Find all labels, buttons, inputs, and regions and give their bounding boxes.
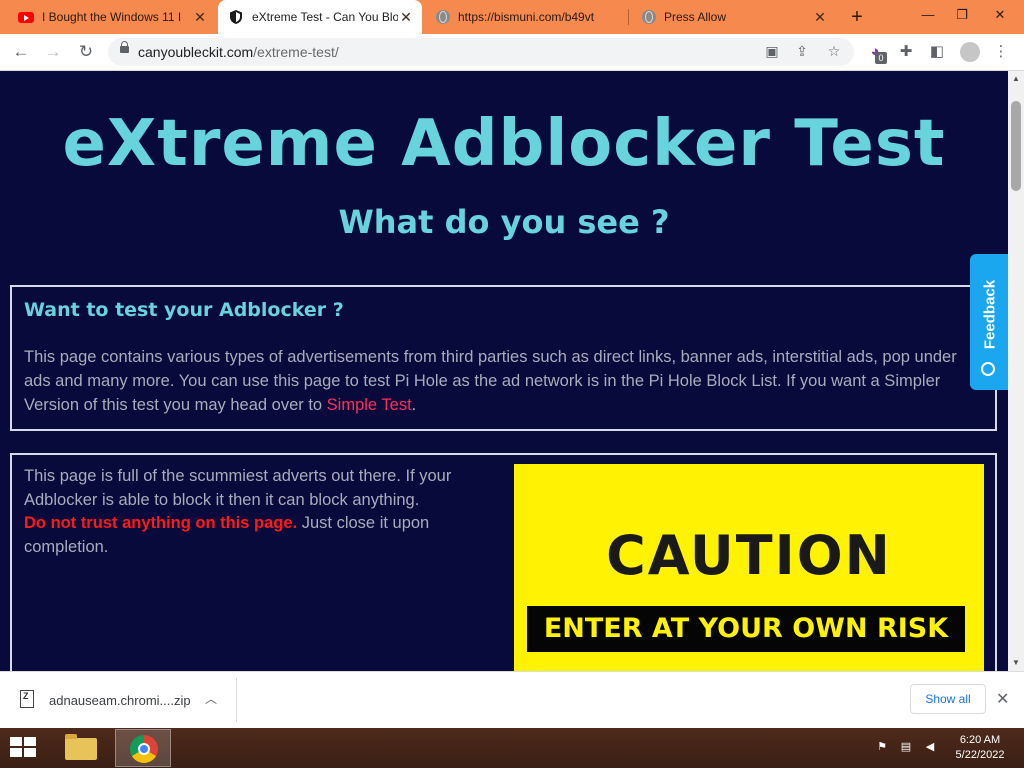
feedback-label: Feedback (981, 279, 999, 350)
tab-close-icon[interactable]: ✕ (812, 9, 828, 26)
tab-youtube-video[interactable]: I Bought the Windows 11 I ✕ (8, 0, 216, 34)
folder-icon (65, 734, 97, 760)
bookmark-star-icon[interactable]: ☆ (824, 43, 844, 61)
tab-title: eXtreme Test - Can You Blo (252, 10, 398, 24)
chevron-up-icon[interactable]: ︿ (205, 690, 217, 707)
page-subtitle: What do you see ? (338, 203, 670, 241)
page-title: eXtreme Adblocker Test (62, 107, 946, 181)
browser-toolbar: ← → ↻ canyoubleckit.com/extreme-test/ ▣ … (0, 34, 1024, 71)
windows-start-icon[interactable] (10, 737, 38, 759)
taskbar-clock[interactable]: 6:20 AM 5/22/2022 (948, 733, 1012, 763)
show-all-button[interactable]: Show all (910, 684, 986, 714)
chrome-icon (130, 735, 158, 763)
tab-bismuni[interactable]: https://bismuni.com/b49vt (426, 0, 626, 34)
scroll-up-arrow-icon[interactable]: ▲ (1008, 71, 1024, 87)
volume-muted-icon[interactable]: ◀ (922, 740, 938, 756)
menu-dots-icon[interactable]: ⋮ (990, 41, 1012, 63)
warning-text: This page is full of the scummiest adver… (24, 465, 489, 559)
reload-icon[interactable]: ↻ (74, 40, 98, 64)
restore-button[interactable]: ❐ (944, 0, 980, 30)
extensions-puzzle-icon[interactable]: ✚ (895, 41, 917, 63)
tab-title: Press Allow (664, 10, 727, 24)
zip-file-icon (20, 690, 34, 708)
caution-headline: CAUTION (606, 524, 892, 587)
tab-extreme-test[interactable]: eXtreme Test - Can You Blo ✕ (218, 0, 422, 34)
url-domain: canyoubleckit.com (138, 44, 254, 60)
network-icon[interactable]: ▤ (898, 740, 914, 756)
youtube-icon (18, 11, 34, 23)
windows-taskbar: ⚑ ▤ ◀ 6:20 AM 5/22/2022 (0, 728, 1024, 768)
feedback-tab[interactable]: Feedback (970, 254, 1008, 390)
feedback-chat-icon (981, 362, 995, 376)
profile-avatar-icon[interactable] (960, 42, 980, 62)
url-text[interactable]: canyoubleckit.com/extreme-test/ (138, 44, 339, 60)
forward-arrow-icon[interactable]: → (41, 40, 65, 64)
tab-title: https://bismuni.com/b49vt (458, 10, 595, 24)
warning-text-body: This page is full of the scummiest adver… (24, 467, 452, 509)
clock-date: 5/22/2022 (955, 749, 1005, 761)
chrome-taskbar-button[interactable] (115, 729, 171, 767)
back-arrow-icon[interactable]: ← (9, 40, 33, 64)
close-window-button[interactable]: ✕ (982, 0, 1018, 30)
share-icon[interactable]: ⇪ (792, 43, 812, 61)
file-explorer-taskbar-button[interactable] (53, 729, 109, 767)
tab-close-icon[interactable]: ✕ (398, 9, 414, 26)
clock-time: 6:20 AM (959, 734, 1001, 746)
page-scrollbar[interactable]: ▲ ▼ (1008, 71, 1024, 671)
page-viewport: eXtreme Adblocker Test What do you see ?… (0, 71, 1008, 671)
tab-press-allow[interactable]: Press Allow ✕ (632, 0, 836, 34)
download-filename[interactable]: adnauseam.chromi....zip (49, 693, 191, 708)
intro-heading: Want to test your Adblocker ? (24, 299, 344, 321)
lock-icon[interactable] (120, 41, 129, 53)
action-center-flag-icon[interactable]: ⚑ (874, 740, 890, 756)
warning-emphasis: Do not trust anything on this page. (24, 514, 298, 532)
download-separator (236, 678, 237, 722)
tab-close-icon[interactable]: ✕ (192, 9, 208, 26)
tab-strip: I Bought the Windows 11 I ✕ eXtreme Test… (0, 0, 1024, 34)
close-icon[interactable]: ✕ (996, 689, 1009, 709)
intro-text-body: This page contains various types of adve… (24, 348, 957, 414)
shield-icon (230, 10, 242, 24)
globe-icon (642, 10, 656, 24)
intro-box: Want to test your Adblocker ? This page … (10, 285, 997, 431)
caution-band: ENTER AT YOUR OWN RISK (527, 606, 965, 652)
intro-text: This page contains various types of adve… (24, 345, 979, 417)
minimize-button[interactable]: — (910, 0, 946, 30)
globe-icon (436, 10, 450, 24)
popup-blocked-icon[interactable]: ▣ (762, 43, 782, 61)
caution-banner-ad[interactable]: CAUTION ENTER AT YOUR OWN RISK (514, 464, 984, 671)
download-bar: adnauseam.chromi....zip ︿ Show all ✕ (0, 671, 1024, 729)
intro-text-end: . (411, 396, 417, 414)
side-panel-icon[interactable]: ◧ (926, 41, 948, 63)
scroll-down-arrow-icon[interactable]: ▼ (1008, 655, 1024, 671)
scroll-thumb[interactable] (1011, 101, 1021, 191)
simple-test-link[interactable]: Simple Test (327, 396, 412, 414)
tab-separator (628, 9, 629, 25)
url-path: /extreme-test/ (253, 44, 339, 60)
extension-badge: 0 (875, 52, 887, 64)
new-tab-button[interactable]: + (845, 5, 869, 29)
tab-title: I Bought the Windows 11 I (42, 10, 182, 24)
address-bar[interactable]: canyoubleckit.com/extreme-test/ ▣ ⇪ ☆ (108, 38, 854, 66)
